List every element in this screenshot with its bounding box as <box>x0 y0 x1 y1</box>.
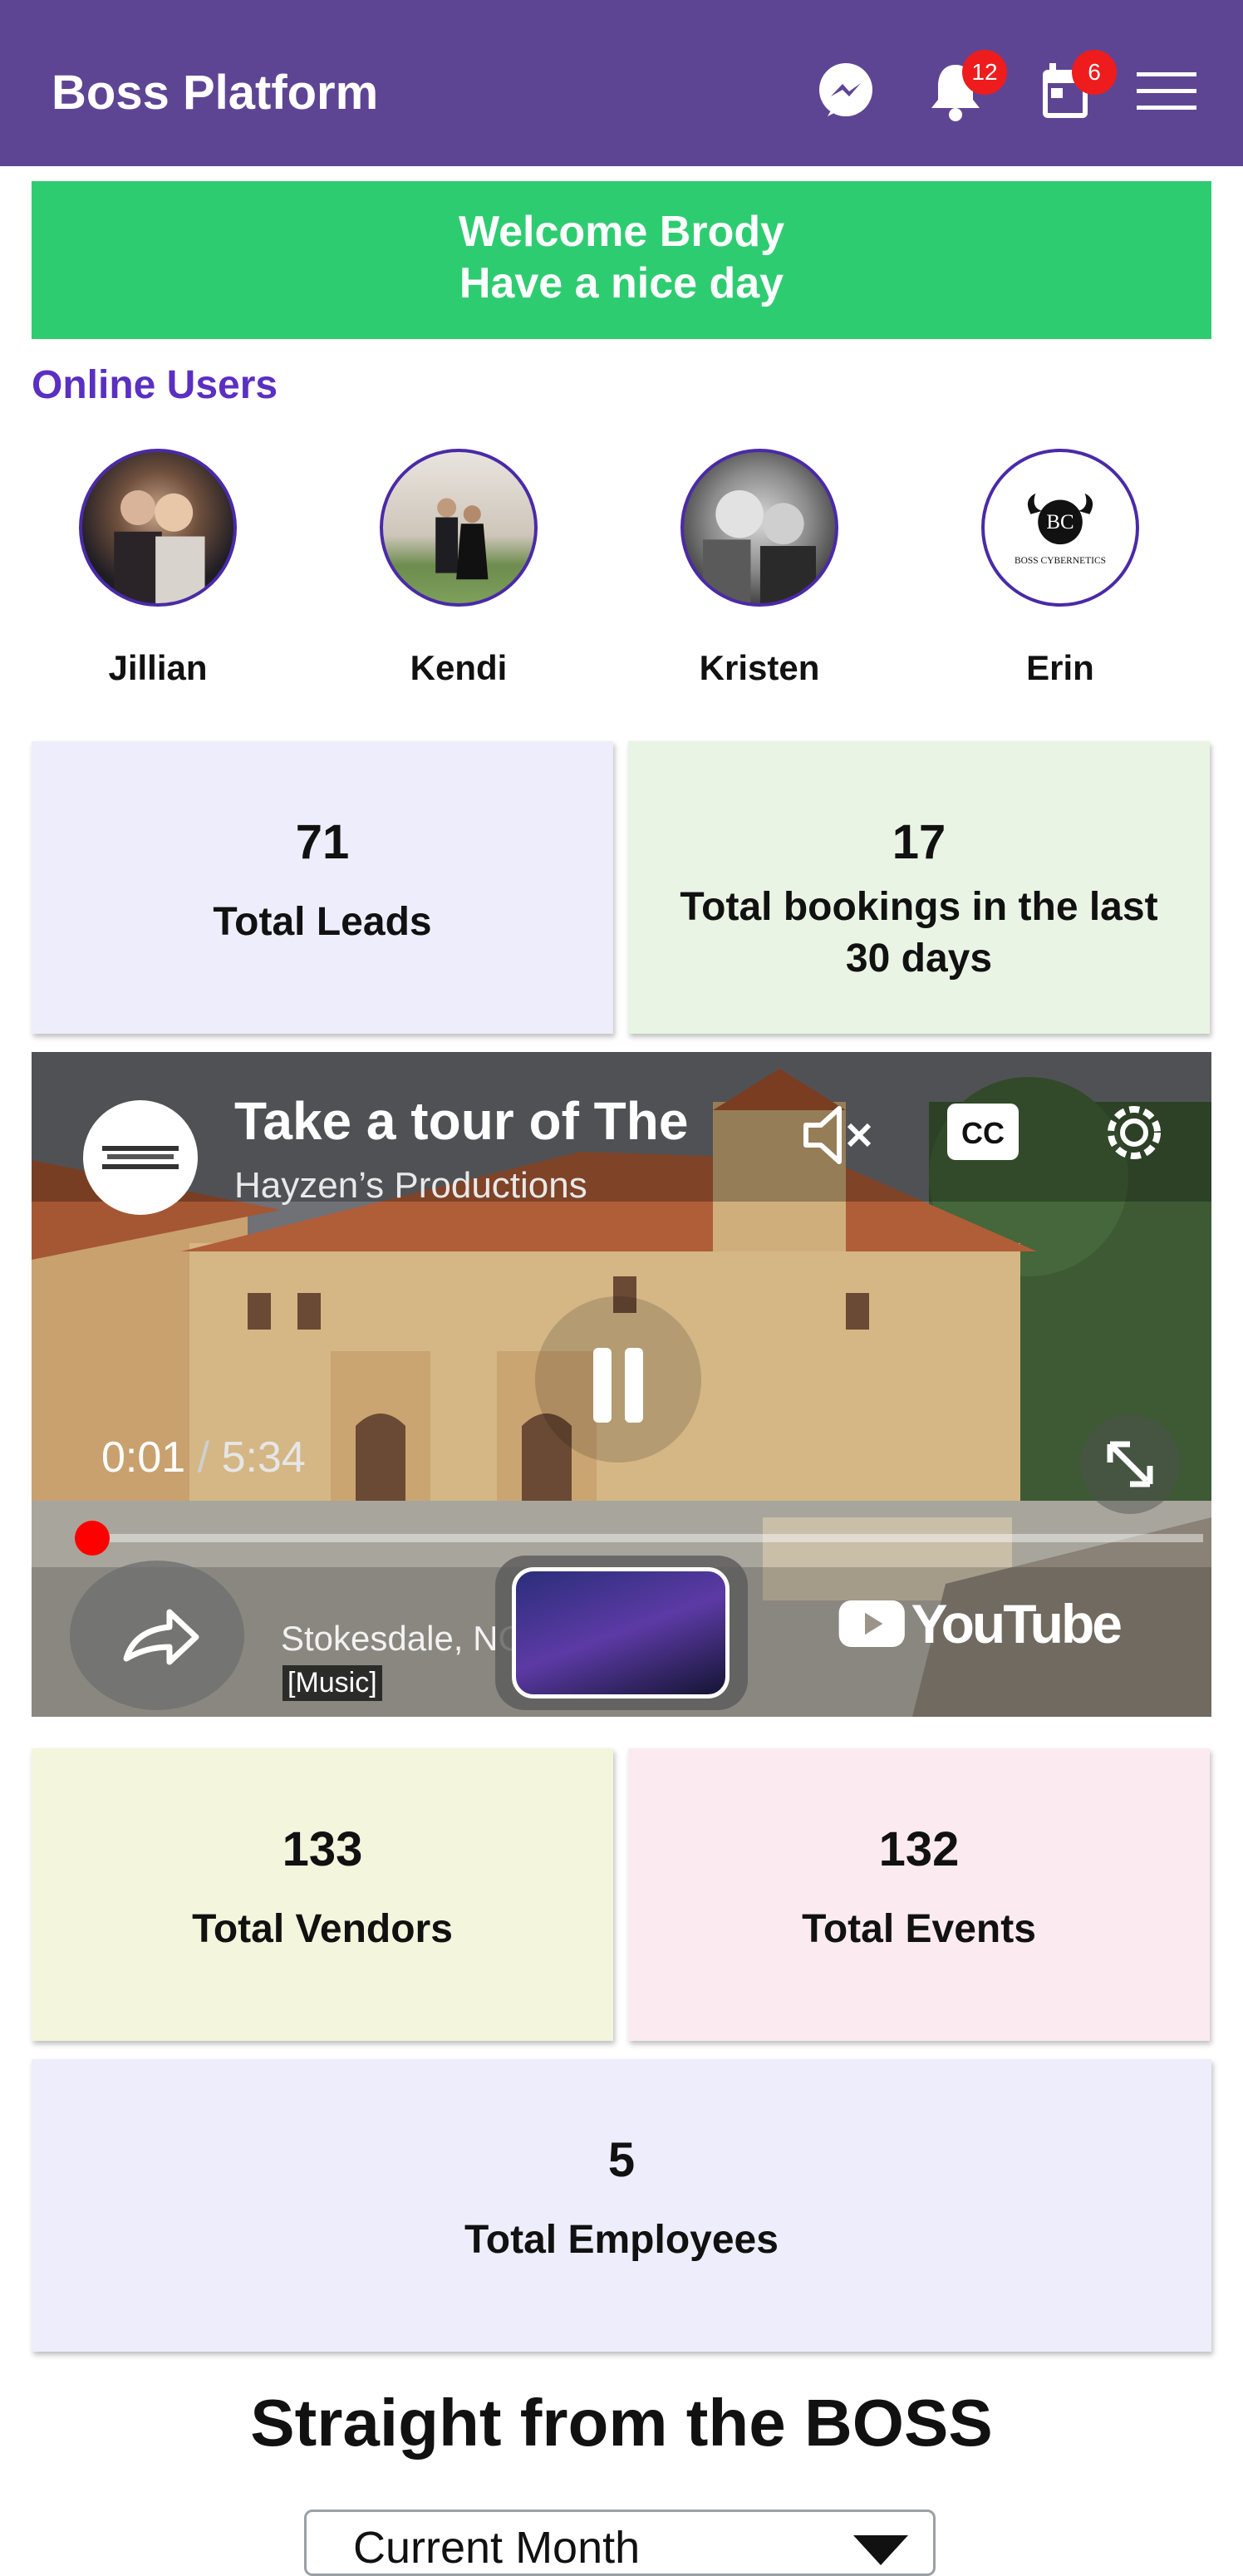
chevron-down-icon <box>853 2535 908 2565</box>
messenger-icon[interactable] <box>813 58 879 125</box>
total-events-label: Total Events <box>802 1907 1036 1951</box>
fullscreen-icon <box>1107 1441 1153 1487</box>
time-separator: / <box>185 1433 222 1482</box>
channel-avatar[interactable] <box>83 1100 198 1215</box>
share-button[interactable] <box>70 1561 244 1710</box>
settings-gear-icon[interactable] <box>1097 1095 1172 1170</box>
user-name: Kristen <box>699 648 820 687</box>
avatar <box>79 449 237 607</box>
calendar-badge: 6 <box>1072 50 1117 95</box>
avatar: BC BOSS CYBERNETICS <box>981 449 1139 607</box>
fullscreen-button[interactable] <box>1080 1414 1180 1514</box>
miniplayer-thumbnail <box>512 1567 730 1698</box>
total-vendors-label: Total Vendors <box>192 1907 453 1951</box>
user-name: Kendi <box>410 648 508 687</box>
avatar <box>680 449 838 607</box>
total-time: 5:34 <box>221 1433 306 1482</box>
channel-name[interactable]: Hayzen’s Productions <box>234 1165 587 1207</box>
mute-icon[interactable] <box>796 1094 879 1177</box>
total-employees-card[interactable]: 5 Total Employees <box>32 2059 1211 2352</box>
video-title[interactable]: Take a tour of The <box>234 1090 749 1152</box>
online-users-title: Online Users <box>32 363 278 407</box>
total-bookings-value: 17 <box>892 815 946 869</box>
online-user-erin[interactable]: BC BOSS CYBERNETICS Erin <box>960 449 1160 688</box>
app-title: Boss Platform <box>52 66 379 120</box>
total-employees-label: Total Employees <box>464 2218 779 2262</box>
welcome-line: Welcome Brody <box>458 208 785 256</box>
user-name: Jillian <box>108 648 208 687</box>
youtube-wordmark: YouTube <box>911 1593 1123 1654</box>
youtube-logo[interactable]: YouTube <box>838 1582 1123 1665</box>
user-name: Erin <box>1026 648 1094 687</box>
progress-scrubber[interactable] <box>75 1521 110 1556</box>
current-time: 0:01 <box>101 1433 186 1482</box>
welcome-banner: Welcome Brody Have a nice day <box>32 181 1211 339</box>
video-location-text: Stokesdale, NC <box>281 1619 523 1658</box>
total-employees-value: 5 <box>607 2133 636 2187</box>
period-select[interactable]: Current Month <box>304 2510 936 2576</box>
total-leads-value: 71 <box>295 815 350 869</box>
pause-button[interactable] <box>535 1296 701 1463</box>
boss-cybernetics-logo-icon: BC BOSS CYBERNETICS <box>1015 493 1106 566</box>
online-user-jillian[interactable]: Jillian <box>58 449 258 688</box>
svg-text:BC: BC <box>1046 511 1074 533</box>
total-events-card[interactable]: 132 Total Events <box>628 1748 1210 2041</box>
total-bookings-label: Total bookings in the last 30 days <box>680 885 1158 981</box>
menu-icon[interactable] <box>1133 58 1200 125</box>
period-select-value: Current Month <box>353 2523 641 2573</box>
youtube-play-icon <box>838 1600 905 1648</box>
notifications-bell-icon[interactable]: 12 <box>922 50 1007 125</box>
closed-captions-icon[interactable]: CC <box>946 1099 1020 1165</box>
channel-logo-icon <box>102 1146 179 1169</box>
svg-text:BOSS CYBERNETICS: BOSS CYBERNETICS <box>1015 556 1106 566</box>
miniplayer-button[interactable] <box>495 1556 748 1710</box>
youtube-video-player[interactable]: Take a tour of The Hayzen’s Productions … <box>32 1052 1211 1717</box>
video-time: 0:01 / 5:34 <box>101 1433 306 1482</box>
video-caption: [Music] <box>282 1665 382 1701</box>
total-events-value: 132 <box>878 1822 960 1876</box>
total-vendors-value: 133 <box>282 1822 363 1876</box>
total-bookings-card[interactable]: 17 Total bookings in the last 30 days <box>628 741 1210 1034</box>
online-user-kristen[interactable]: Kristen <box>660 449 859 688</box>
top-app-bar: Boss Platform 12 6 <box>0 0 1243 166</box>
notifications-badge: 12 <box>962 50 1007 95</box>
calendar-icon[interactable]: 6 <box>1032 50 1117 125</box>
pause-icon <box>593 1348 643 1423</box>
greeting-line: Have a nice day <box>459 259 784 307</box>
svg-text:CC: CC <box>961 1116 1005 1150</box>
boss-section-title: Straight from the BOSS <box>250 2386 993 2460</box>
total-vendors-card[interactable]: 133 Total Vendors <box>32 1748 613 2041</box>
total-leads-label: Total Leads <box>213 900 432 944</box>
avatar <box>380 449 538 607</box>
progress-bar[interactable] <box>81 1534 1203 1542</box>
online-user-kendi[interactable]: Kendi <box>359 449 558 688</box>
share-icon <box>123 1609 199 1665</box>
total-leads-card[interactable]: 71 Total Leads <box>32 741 613 1034</box>
